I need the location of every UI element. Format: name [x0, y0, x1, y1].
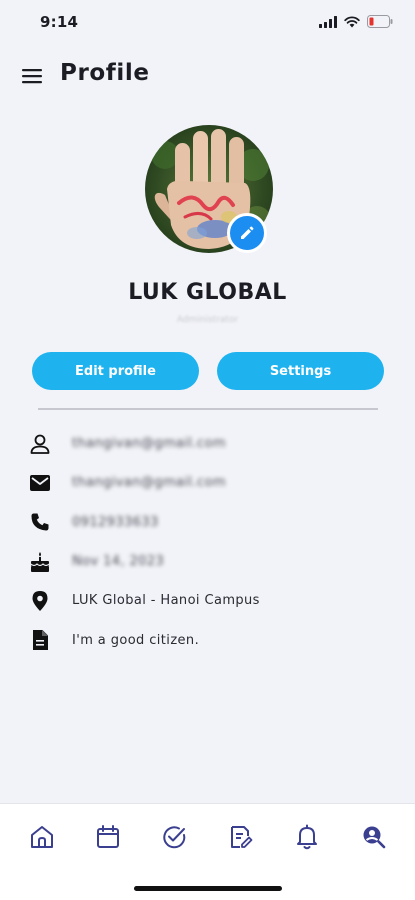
header: Profile [0, 58, 415, 94]
document-icon [28, 628, 52, 652]
info-row-location: LUK Global - Hanoi Campus [0, 581, 415, 620]
bell-icon [297, 824, 317, 850]
hamburger-menu-icon[interactable] [22, 68, 42, 84]
info-row-phone: 0912933633 [0, 503, 415, 542]
wifi-icon [344, 15, 360, 27]
nav-notifications[interactable] [292, 822, 322, 852]
status-time: 9:14 [40, 13, 79, 31]
check-circle-icon [163, 826, 186, 849]
avatar-container [145, 125, 273, 253]
calendar-icon [97, 825, 119, 848]
nav-notes[interactable] [226, 822, 256, 852]
edit-avatar-button[interactable] [227, 213, 267, 253]
info-birthday: Nov 14, 2023 [72, 554, 165, 570]
status-icons [319, 15, 393, 28]
user-role: Administrator [176, 315, 239, 325]
info-email: thangivan@gmail.com [72, 475, 226, 491]
divider [38, 408, 378, 410]
info-row-email: thangivan@gmail.com [0, 463, 415, 502]
nav-tasks[interactable] [159, 822, 189, 852]
profile-info-list: thangivan@gmail.com thangivan@gmail.com … [0, 424, 415, 660]
profile-search-icon [363, 826, 386, 849]
info-location: LUK Global - Hanoi Campus [72, 593, 260, 609]
home-indicator[interactable] [134, 886, 282, 891]
email-icon [28, 471, 52, 495]
phone-icon [28, 510, 52, 534]
settings-button[interactable]: Settings [217, 352, 384, 390]
nav-calendar[interactable] [93, 822, 123, 852]
nav-home[interactable] [27, 822, 57, 852]
cellular-signal-icon [319, 15, 337, 28]
pencil-icon [241, 226, 254, 239]
battery-level [369, 17, 374, 26]
edit-note-icon [231, 826, 253, 848]
info-phone: 0912933633 [72, 514, 159, 530]
info-row-username: thangivan@gmail.com [0, 424, 415, 463]
person-icon [28, 432, 52, 456]
cake-icon [28, 550, 52, 574]
user-name: LUK GLOBAL [128, 280, 287, 305]
location-pin-icon [28, 589, 52, 613]
status-bar: 9:14 [0, 0, 415, 44]
edit-profile-button[interactable]: Edit profile [32, 352, 199, 390]
info-username: thangivan@gmail.com [72, 436, 226, 452]
nav-profile[interactable] [358, 822, 388, 852]
info-row-birthday: Nov 14, 2023 [0, 542, 415, 581]
battery-icon [367, 15, 393, 28]
info-row-bio: I'm a good citizen. [0, 620, 415, 659]
home-icon [31, 826, 53, 848]
page-title: Profile [60, 60, 150, 86]
info-bio: I'm a good citizen. [72, 632, 200, 648]
